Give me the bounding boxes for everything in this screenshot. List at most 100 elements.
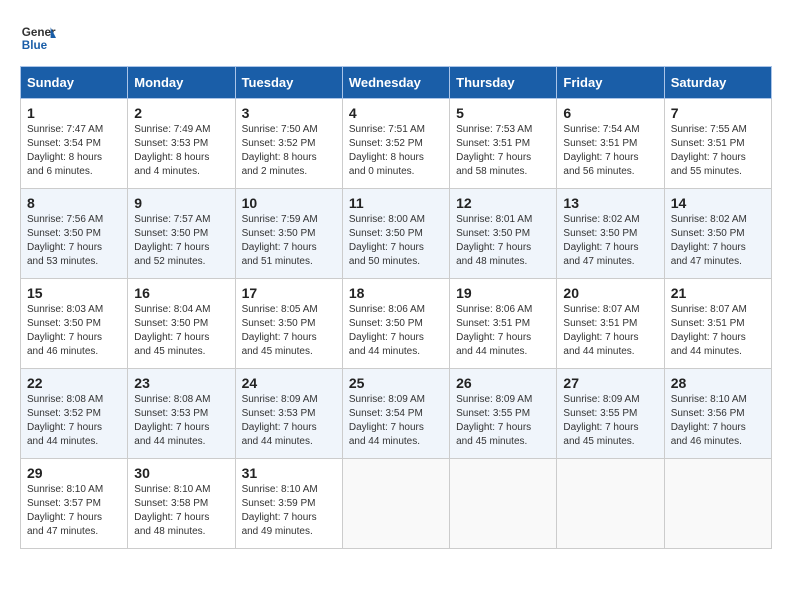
day-number: 4 [349, 105, 443, 121]
day-info: Sunrise: 8:10 AM Sunset: 3:58 PM Dayligh… [134, 483, 228, 539]
header: General Blue [20, 20, 772, 56]
calendar-cell [664, 459, 771, 549]
day-number: 23 [134, 375, 228, 391]
day-number: 1 [27, 105, 121, 121]
day-number: 2 [134, 105, 228, 121]
calendar-cell: 2 Sunrise: 7:49 AM Sunset: 3:53 PM Dayli… [128, 99, 235, 189]
calendar-header-row: SundayMondayTuesdayWednesdayThursdayFrid… [21, 67, 772, 99]
day-info: Sunrise: 7:57 AM Sunset: 3:50 PM Dayligh… [134, 213, 228, 269]
calendar-cell: 29 Sunrise: 8:10 AM Sunset: 3:57 PM Dayl… [21, 459, 128, 549]
calendar-cell: 27 Sunrise: 8:09 AM Sunset: 3:55 PM Dayl… [557, 369, 664, 459]
day-number: 30 [134, 465, 228, 481]
day-number: 16 [134, 285, 228, 301]
calendar-cell: 25 Sunrise: 8:09 AM Sunset: 3:54 PM Dayl… [342, 369, 449, 459]
calendar-cell: 15 Sunrise: 8:03 AM Sunset: 3:50 PM Dayl… [21, 279, 128, 369]
day-number: 26 [456, 375, 550, 391]
calendar-header-monday: Monday [128, 67, 235, 99]
calendar-cell: 23 Sunrise: 8:08 AM Sunset: 3:53 PM Dayl… [128, 369, 235, 459]
day-info: Sunrise: 8:01 AM Sunset: 3:50 PM Dayligh… [456, 213, 550, 269]
calendar-cell [450, 459, 557, 549]
calendar-week-row: 1 Sunrise: 7:47 AM Sunset: 3:54 PM Dayli… [21, 99, 772, 189]
day-info: Sunrise: 7:54 AM Sunset: 3:51 PM Dayligh… [563, 123, 657, 179]
day-info: Sunrise: 8:03 AM Sunset: 3:50 PM Dayligh… [27, 303, 121, 359]
calendar-cell [342, 459, 449, 549]
calendar-cell: 21 Sunrise: 8:07 AM Sunset: 3:51 PM Dayl… [664, 279, 771, 369]
day-number: 22 [27, 375, 121, 391]
calendar-header-friday: Friday [557, 67, 664, 99]
day-number: 27 [563, 375, 657, 391]
day-number: 11 [349, 195, 443, 211]
day-info: Sunrise: 8:10 AM Sunset: 3:56 PM Dayligh… [671, 393, 765, 449]
calendar-week-row: 15 Sunrise: 8:03 AM Sunset: 3:50 PM Dayl… [21, 279, 772, 369]
calendar-cell: 18 Sunrise: 8:06 AM Sunset: 3:50 PM Dayl… [342, 279, 449, 369]
calendar-cell: 20 Sunrise: 8:07 AM Sunset: 3:51 PM Dayl… [557, 279, 664, 369]
day-number: 21 [671, 285, 765, 301]
day-number: 8 [27, 195, 121, 211]
calendar-header-saturday: Saturday [664, 67, 771, 99]
calendar-cell: 28 Sunrise: 8:10 AM Sunset: 3:56 PM Dayl… [664, 369, 771, 459]
calendar-cell: 13 Sunrise: 8:02 AM Sunset: 3:50 PM Dayl… [557, 189, 664, 279]
day-number: 12 [456, 195, 550, 211]
calendar-cell: 7 Sunrise: 7:55 AM Sunset: 3:51 PM Dayli… [664, 99, 771, 189]
day-info: Sunrise: 8:02 AM Sunset: 3:50 PM Dayligh… [671, 213, 765, 269]
day-number: 14 [671, 195, 765, 211]
logo: General Blue [20, 20, 56, 56]
day-number: 13 [563, 195, 657, 211]
day-number: 9 [134, 195, 228, 211]
calendar-cell: 17 Sunrise: 8:05 AM Sunset: 3:50 PM Dayl… [235, 279, 342, 369]
calendar-cell: 9 Sunrise: 7:57 AM Sunset: 3:50 PM Dayli… [128, 189, 235, 279]
day-number: 29 [27, 465, 121, 481]
day-info: Sunrise: 7:53 AM Sunset: 3:51 PM Dayligh… [456, 123, 550, 179]
day-info: Sunrise: 8:06 AM Sunset: 3:50 PM Dayligh… [349, 303, 443, 359]
day-info: Sunrise: 7:51 AM Sunset: 3:52 PM Dayligh… [349, 123, 443, 179]
calendar-cell: 1 Sunrise: 7:47 AM Sunset: 3:54 PM Dayli… [21, 99, 128, 189]
day-info: Sunrise: 8:06 AM Sunset: 3:51 PM Dayligh… [456, 303, 550, 359]
calendar-header-wednesday: Wednesday [342, 67, 449, 99]
day-number: 6 [563, 105, 657, 121]
day-info: Sunrise: 8:09 AM Sunset: 3:53 PM Dayligh… [242, 393, 336, 449]
day-info: Sunrise: 7:59 AM Sunset: 3:50 PM Dayligh… [242, 213, 336, 269]
day-number: 18 [349, 285, 443, 301]
day-info: Sunrise: 8:07 AM Sunset: 3:51 PM Dayligh… [671, 303, 765, 359]
day-info: Sunrise: 7:56 AM Sunset: 3:50 PM Dayligh… [27, 213, 121, 269]
day-info: Sunrise: 8:05 AM Sunset: 3:50 PM Dayligh… [242, 303, 336, 359]
day-info: Sunrise: 8:10 AM Sunset: 3:59 PM Dayligh… [242, 483, 336, 539]
calendar-week-row: 8 Sunrise: 7:56 AM Sunset: 3:50 PM Dayli… [21, 189, 772, 279]
day-info: Sunrise: 8:00 AM Sunset: 3:50 PM Dayligh… [349, 213, 443, 269]
day-number: 17 [242, 285, 336, 301]
calendar-cell: 12 Sunrise: 8:01 AM Sunset: 3:50 PM Dayl… [450, 189, 557, 279]
calendar-cell: 19 Sunrise: 8:06 AM Sunset: 3:51 PM Dayl… [450, 279, 557, 369]
day-info: Sunrise: 8:09 AM Sunset: 3:54 PM Dayligh… [349, 393, 443, 449]
calendar-cell: 3 Sunrise: 7:50 AM Sunset: 3:52 PM Dayli… [235, 99, 342, 189]
calendar-cell: 5 Sunrise: 7:53 AM Sunset: 3:51 PM Dayli… [450, 99, 557, 189]
day-number: 3 [242, 105, 336, 121]
day-info: Sunrise: 7:47 AM Sunset: 3:54 PM Dayligh… [27, 123, 121, 179]
calendar-cell: 11 Sunrise: 8:00 AM Sunset: 3:50 PM Dayl… [342, 189, 449, 279]
day-number: 15 [27, 285, 121, 301]
calendar-header-thursday: Thursday [450, 67, 557, 99]
day-info: Sunrise: 8:09 AM Sunset: 3:55 PM Dayligh… [456, 393, 550, 449]
calendar-table: SundayMondayTuesdayWednesdayThursdayFrid… [20, 66, 772, 549]
calendar-cell: 6 Sunrise: 7:54 AM Sunset: 3:51 PM Dayli… [557, 99, 664, 189]
day-info: Sunrise: 8:04 AM Sunset: 3:50 PM Dayligh… [134, 303, 228, 359]
day-number: 7 [671, 105, 765, 121]
day-info: Sunrise: 8:10 AM Sunset: 3:57 PM Dayligh… [27, 483, 121, 539]
calendar-cell: 4 Sunrise: 7:51 AM Sunset: 3:52 PM Dayli… [342, 99, 449, 189]
calendar-cell: 8 Sunrise: 7:56 AM Sunset: 3:50 PM Dayli… [21, 189, 128, 279]
calendar-week-row: 29 Sunrise: 8:10 AM Sunset: 3:57 PM Dayl… [21, 459, 772, 549]
day-info: Sunrise: 7:50 AM Sunset: 3:52 PM Dayligh… [242, 123, 336, 179]
calendar-week-row: 22 Sunrise: 8:08 AM Sunset: 3:52 PM Dayl… [21, 369, 772, 459]
calendar-header-sunday: Sunday [21, 67, 128, 99]
day-number: 19 [456, 285, 550, 301]
calendar-cell: 14 Sunrise: 8:02 AM Sunset: 3:50 PM Dayl… [664, 189, 771, 279]
calendar-cell: 22 Sunrise: 8:08 AM Sunset: 3:52 PM Dayl… [21, 369, 128, 459]
day-number: 10 [242, 195, 336, 211]
calendar-cell: 24 Sunrise: 8:09 AM Sunset: 3:53 PM Dayl… [235, 369, 342, 459]
calendar-cell [557, 459, 664, 549]
calendar-header-tuesday: Tuesday [235, 67, 342, 99]
page-container: General Blue SundayMondayTuesdayWednesda… [20, 20, 772, 549]
calendar-cell: 10 Sunrise: 7:59 AM Sunset: 3:50 PM Dayl… [235, 189, 342, 279]
calendar-cell: 30 Sunrise: 8:10 AM Sunset: 3:58 PM Dayl… [128, 459, 235, 549]
day-number: 24 [242, 375, 336, 391]
day-number: 28 [671, 375, 765, 391]
